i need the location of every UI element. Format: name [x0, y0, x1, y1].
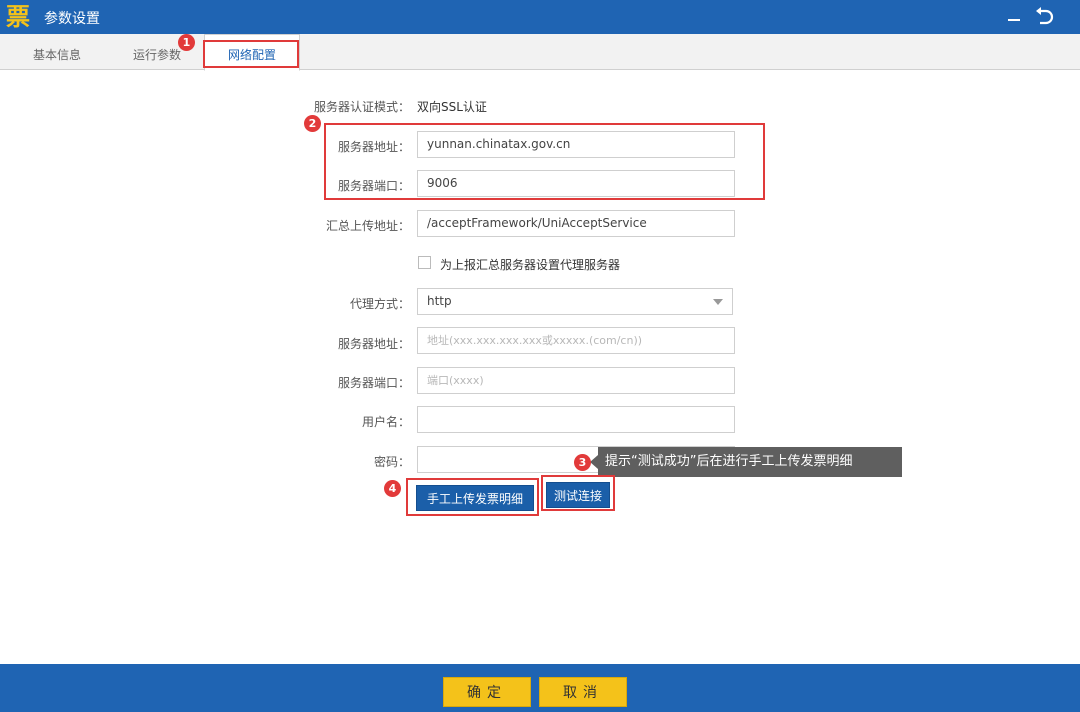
auth-mode-label: 服务器认证模式：: [313, 100, 410, 114]
back-arrow-icon[interactable]: [1034, 6, 1054, 28]
test-connection-button[interactable]: 测试连接: [546, 482, 610, 508]
badge-3: 3: [574, 454, 591, 471]
hint-tooltip: 提示“测试成功”后在进行手工上传发票明细: [590, 447, 902, 477]
badge-2: 2: [304, 115, 321, 132]
confirm-button[interactable]: 确定: [443, 677, 531, 707]
badge-4: 4: [384, 480, 401, 497]
title-bar: 票 参数设置: [0, 0, 1080, 34]
proxy-addr-label: 服务器地址：: [337, 337, 410, 351]
server-addr-input[interactable]: yunnan.chinatax.gov.cn: [417, 131, 735, 158]
server-port-label: 服务器端口：: [337, 179, 410, 193]
proxy-checkbox-label: 为上报汇总服务器设置代理服务器: [440, 258, 621, 272]
proxy-method-value: http: [427, 294, 452, 308]
minimize-icon[interactable]: [1006, 8, 1022, 26]
proxy-port-label: 服务器端口：: [337, 376, 410, 390]
auth-mode-value: 双向SSL认证: [417, 100, 487, 114]
proxy-method-select[interactable]: http: [417, 288, 733, 315]
manual-upload-button[interactable]: 手工上传发票明细: [416, 485, 534, 511]
window-title: 参数设置: [44, 11, 100, 27]
proxy-checkbox[interactable]: [418, 256, 431, 269]
server-port-input[interactable]: 9006: [417, 170, 735, 197]
cancel-button[interactable]: 取消: [539, 677, 627, 707]
upload-addr-input[interactable]: /acceptFramework/UniAcceptService: [417, 210, 735, 237]
badge-1: 1: [178, 34, 195, 51]
username-input[interactable]: [417, 406, 735, 433]
username-label: 用户名：: [361, 415, 410, 429]
password-label: 密码：: [373, 455, 410, 469]
dropdown-caret-icon: [713, 299, 723, 305]
proxy-port-input[interactable]: 端口(xxxx): [417, 367, 735, 394]
app-logo-icon: 票: [4, 2, 32, 31]
proxy-method-label: 代理方式：: [349, 297, 410, 311]
tab-basic-info[interactable]: 基本信息: [20, 34, 94, 70]
upload-addr-label: 汇总上传地址：: [325, 219, 410, 233]
tab-bar: 基本信息 运行参数 网络配置: [0, 34, 1080, 71]
highlight-network-tab: [203, 40, 299, 68]
proxy-addr-input[interactable]: 地址(xxx.xxx.xxx.xxx或xxxxx.(com/cn)): [417, 327, 735, 354]
server-addr-label: 服务器地址：: [337, 140, 410, 154]
